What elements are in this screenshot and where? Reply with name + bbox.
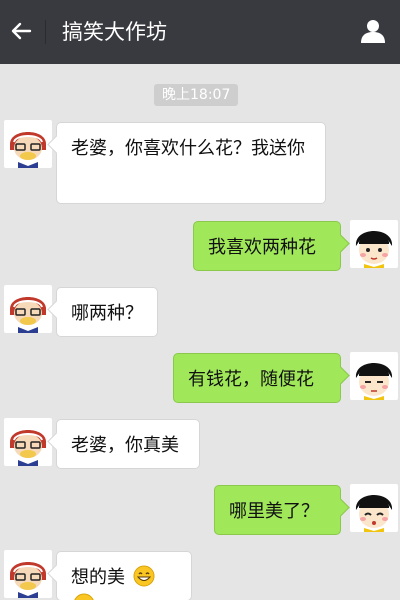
message-bubble-incoming[interactable]: 老婆，你喜欢什么花？我送你 xyxy=(56,122,326,204)
message-bubble-outgoing[interactable]: 我喜欢两种花 xyxy=(193,221,341,271)
message-text: 老婆，你真美 xyxy=(71,435,179,456)
message-text: 哪里美了？ xyxy=(229,501,319,522)
avatar-outgoing[interactable] xyxy=(350,220,398,268)
avatar-incoming[interactable] xyxy=(4,285,52,333)
message-bubble-outgoing[interactable]: 有钱花，随便花 xyxy=(173,353,341,403)
message-text: 老婆，你喜欢什么花？我送你 xyxy=(71,138,305,159)
chat-screen: 搞笑大作坊 晚上18:07 老婆，你喜欢什么花？我送你 我喜欢两种花 哪两种？ … xyxy=(0,0,400,600)
grin-emoji-icon xyxy=(133,565,155,587)
avatar-incoming[interactable] xyxy=(4,418,52,466)
header-divider xyxy=(45,20,46,44)
time-divider: 晚上18:07 xyxy=(154,84,239,106)
message-text: 想的美 xyxy=(71,567,125,588)
message-bubble-incoming[interactable]: 哪两种？ xyxy=(56,287,158,337)
avatar-outgoing[interactable] xyxy=(350,484,398,532)
message-text: 有钱花，随便花 xyxy=(188,369,314,390)
chat-info-button[interactable] xyxy=(358,16,388,46)
avatar-incoming[interactable] xyxy=(4,550,52,598)
message-text: 哪两种？ xyxy=(71,303,143,324)
grin-emoji-icon xyxy=(74,593,94,600)
avatar-incoming[interactable] xyxy=(4,120,52,168)
arrow-left-icon xyxy=(11,22,32,40)
chat-header: 搞笑大作坊 xyxy=(0,0,400,64)
back-button[interactable] xyxy=(6,16,36,46)
chat-title: 搞笑大作坊 xyxy=(62,20,167,44)
person-icon xyxy=(361,20,385,43)
message-bubble-incoming[interactable]: 想的美 xyxy=(56,551,192,600)
message-bubble-outgoing[interactable]: 哪里美了？ xyxy=(214,485,341,535)
message-bubble-incoming[interactable]: 老婆，你真美 xyxy=(56,419,200,469)
avatar-outgoing[interactable] xyxy=(350,352,398,400)
message-text: 我喜欢两种花 xyxy=(208,237,316,258)
